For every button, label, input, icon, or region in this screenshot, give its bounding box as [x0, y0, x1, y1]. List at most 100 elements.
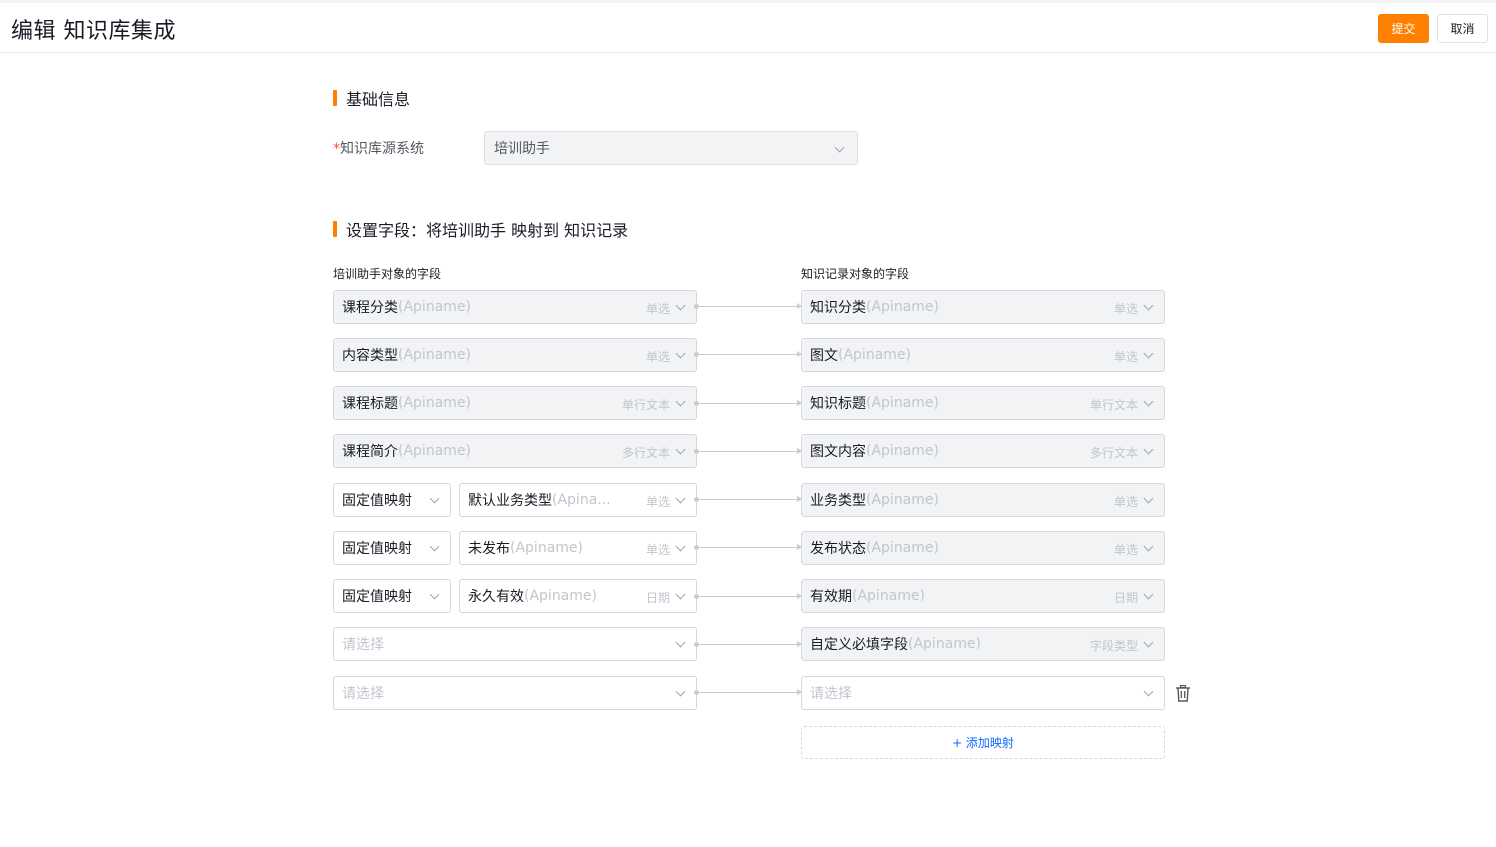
chevron-down-icon [834, 142, 845, 153]
add-mapping-button[interactable]: + 添加映射 [801, 726, 1165, 759]
chevron-down-icon [1143, 300, 1154, 311]
chevron-down-icon [1143, 396, 1154, 407]
submit-button[interactable]: 提交 [1378, 14, 1429, 43]
field-apiname: (Apiname) [510, 540, 583, 556]
field-name: 业务类型 [810, 493, 866, 509]
mapping-mode-value: 固定值映射 [342, 541, 412, 557]
target-field-select[interactable]: 请选择 [801, 676, 1165, 710]
mapping-arrow [694, 303, 802, 309]
placeholder-text: 请选择 [810, 686, 852, 702]
source-system-select[interactable]: 培训助手 [484, 131, 858, 165]
field-type: 多行文本 [621, 446, 670, 460]
target-field-select[interactable]: 业务类型 (Apiname) 单选 [801, 483, 1165, 517]
field-apiname: (Apiname) [398, 347, 471, 363]
section-accent-bar [333, 90, 337, 106]
source-field-select[interactable]: 请选择 [333, 676, 697, 710]
mapping-arrow [694, 689, 802, 695]
field-name: 自定义必填字段 [810, 637, 908, 653]
fixed-value-select[interactable]: 默认业务类型 (Apina... 单选 [459, 483, 697, 517]
chevron-down-icon [675, 396, 686, 407]
field-name: 图文 [810, 348, 838, 364]
chevron-down-icon [675, 493, 686, 504]
field-type: 单行文本 [621, 398, 670, 412]
mapping-arrow [694, 593, 802, 599]
field-name: 课程简介 [342, 444, 398, 460]
required-mark: * [333, 141, 340, 157]
fixed-value-select[interactable]: 未发布 (Apiname) 单选 [459, 531, 697, 565]
mapping-title-text: 设置字段：将培训助手 映射到 知识记录 [346, 221, 629, 240]
chevron-down-icon [675, 348, 686, 359]
source-field-select[interactable]: 请选择 [333, 627, 697, 661]
placeholder-text: 请选择 [342, 637, 384, 653]
field-name: 知识标题 [810, 396, 866, 412]
chevron-down-icon [1143, 493, 1154, 504]
field-type: 日期 [645, 591, 670, 605]
field-name: 课程标题 [342, 396, 398, 412]
chevron-down-icon [1143, 348, 1154, 359]
field-apiname: (Apiname) [866, 443, 939, 459]
page-header: 编辑 知识库集成 提交 取消 [0, 3, 1496, 53]
section-accent-bar [333, 221, 337, 237]
target-field-select[interactable]: 图文内容 (Apiname) 多行文本 [801, 434, 1165, 468]
field-type: 单选 [645, 543, 670, 557]
field-type: 单选 [645, 495, 670, 509]
source-field-select[interactable]: 课程分类 (Apiname) 单选 [333, 290, 697, 324]
target-field-select[interactable]: 知识分类 (Apiname) 单选 [801, 290, 1165, 324]
field-name: 未发布 [468, 541, 510, 557]
field-type: 日期 [1113, 591, 1138, 605]
target-field-select[interactable]: 自定义必填字段 (Apiname) 字段类型 [801, 627, 1165, 661]
trash-icon[interactable] [1175, 685, 1191, 702]
field-apiname: (Apiname) [398, 299, 471, 315]
field-apiname: (Apiname) [866, 395, 939, 411]
field-apiname: (Apina... [552, 492, 611, 508]
source-system-value: 培训助手 [494, 141, 550, 157]
source-field-select[interactable]: 课程简介 (Apiname) 多行文本 [333, 434, 697, 468]
target-field-select[interactable]: 发布状态 (Apiname) 单选 [801, 531, 1165, 565]
field-type: 单选 [1113, 495, 1138, 509]
target-field-select[interactable]: 图文 (Apiname) 单选 [801, 338, 1165, 372]
chevron-down-icon [1143, 637, 1154, 648]
chevron-down-icon [1143, 541, 1154, 552]
field-name: 永久有效 [468, 589, 524, 605]
mapping-mode-select[interactable]: 固定值映射 [333, 579, 451, 613]
mapping-arrow [694, 641, 802, 647]
basic-info-title-text: 基础信息 [346, 90, 411, 109]
field-apiname: (Apiname) [398, 443, 471, 459]
mapping-arrow [694, 448, 802, 454]
field-name: 图文内容 [810, 444, 866, 460]
chevron-down-icon [675, 300, 686, 311]
mapping-mode-value: 固定值映射 [342, 589, 412, 605]
field-name: 有效期 [810, 589, 852, 605]
field-name: 知识分类 [810, 300, 866, 316]
source-field-select[interactable]: 内容类型 (Apiname) 单选 [333, 338, 697, 372]
target-field-select[interactable]: 知识标题 (Apiname) 单行文本 [801, 386, 1165, 420]
field-apiname: (Apiname) [866, 299, 939, 315]
field-type: 单选 [1113, 350, 1138, 364]
field-apiname: (Apiname) [866, 492, 939, 508]
source-system-label-text: 知识库源系统 [340, 141, 424, 157]
mapping-section-title: 设置字段：将培训助手 映射到 知识记录 [333, 217, 628, 241]
chevron-down-icon [429, 541, 440, 552]
source-field-select[interactable]: 课程标题 (Apiname) 单行文本 [333, 386, 697, 420]
mapping-mode-value: 固定值映射 [342, 493, 412, 509]
chevron-down-icon [675, 589, 686, 600]
field-type: 字段类型 [1089, 639, 1138, 653]
field-apiname: (Apiname) [908, 636, 981, 652]
field-name: 课程分类 [342, 300, 398, 316]
field-type: 单行文本 [1089, 398, 1138, 412]
target-field-select[interactable]: 有效期 (Apiname) 日期 [801, 579, 1165, 613]
field-apiname: (Apiname) [866, 540, 939, 556]
mapping-mode-select[interactable]: 固定值映射 [333, 483, 451, 517]
chevron-down-icon [429, 493, 440, 504]
placeholder-text: 请选择 [342, 686, 384, 702]
mapping-arrow [694, 496, 802, 502]
field-type: 单选 [1113, 543, 1138, 557]
mapping-mode-select[interactable]: 固定值映射 [333, 531, 451, 565]
mapping-arrow [694, 351, 802, 357]
mapping-arrow [694, 544, 802, 550]
field-apiname: (Apiname) [838, 347, 911, 363]
field-type: 单选 [1113, 302, 1138, 316]
cancel-button[interactable]: 取消 [1437, 14, 1488, 43]
field-type: 单选 [645, 350, 670, 364]
fixed-value-select[interactable]: 永久有效 (Apiname) 日期 [459, 579, 697, 613]
